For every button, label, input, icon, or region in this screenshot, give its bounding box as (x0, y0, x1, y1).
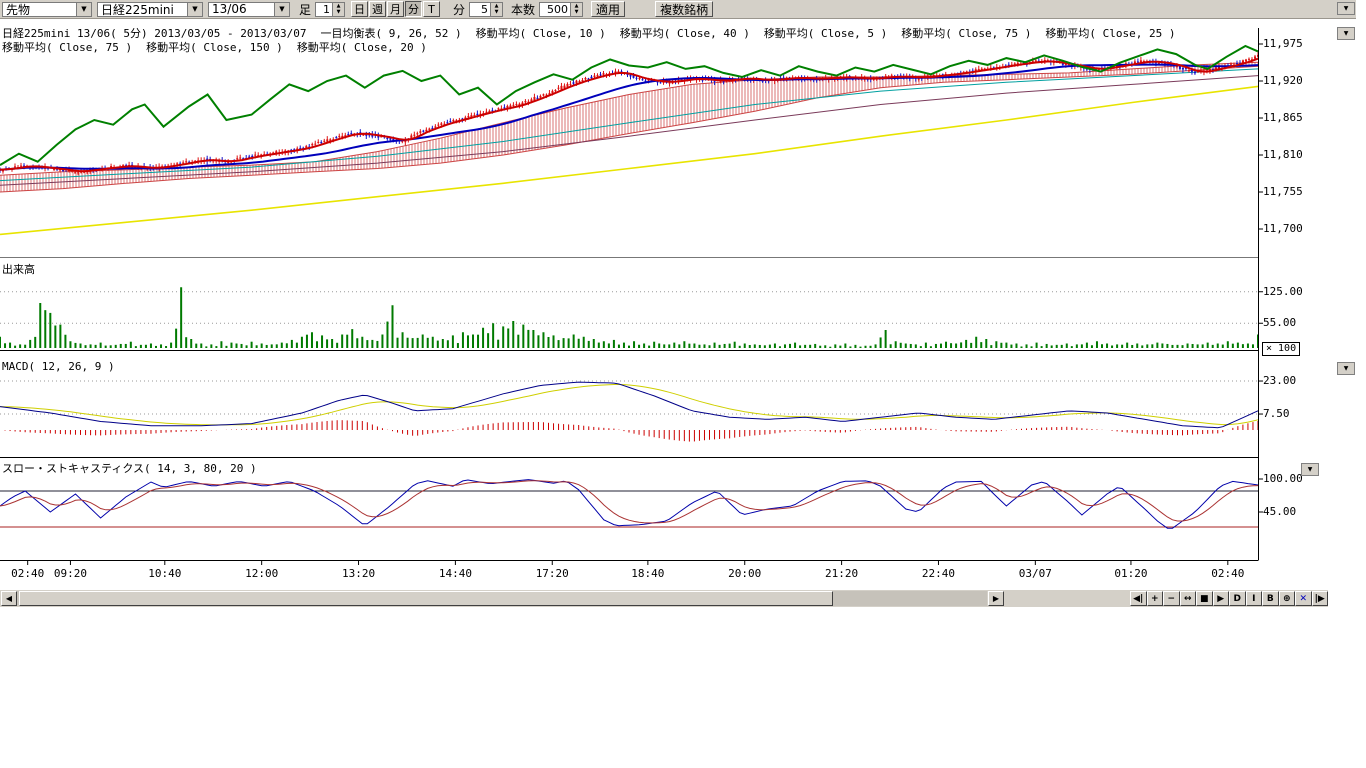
horizontal-scrollbar: ◀ ▶ ◀|+−↔■▶DIB⊕✕|▶ (0, 590, 1328, 607)
close-button[interactable]: ✕ (1295, 591, 1312, 606)
pane-menu-arrow-stoch-icon[interactable]: ▼ (1301, 463, 1319, 476)
bar-multiplier-input[interactable]: 1 ▲▼ (315, 2, 345, 17)
bar-label: 足 (299, 1, 311, 18)
stochastics-pane-label: スロー・ストキャスティクス( 14, 3, 80, 20 ) (2, 460, 257, 476)
macd-pane-label: MACD( 12, 26, 9 ) (2, 360, 115, 373)
minute-value: 5 (481, 3, 490, 16)
bar-multiplier-value: 1 (323, 3, 332, 16)
minute-input[interactable]: 5 ▲▼ (469, 2, 503, 17)
legend-item: 移動平均( Close, 5 ) (764, 25, 887, 41)
spinner-arrows-icon[interactable]: ▲▼ (570, 3, 582, 16)
spinner-arrows-icon[interactable]: ▲▼ (332, 3, 344, 16)
play-button[interactable]: ▶ (1213, 591, 1230, 606)
chart-canvas[interactable] (0, 0, 1366, 768)
spinner-arrows-icon[interactable]: ▲▼ (490, 3, 502, 16)
b-button[interactable]: B (1262, 591, 1279, 606)
bars-count-label: 本数 (511, 1, 535, 18)
scroll-right-button[interactable]: ▶ (988, 591, 1004, 606)
legend-item: 移動平均( Close, 25 ) (1045, 25, 1175, 41)
period-button-week[interactable]: 週 (369, 1, 386, 17)
volume-scale-label: × 100 (1262, 342, 1300, 356)
zoom-out-button[interactable]: − (1163, 591, 1180, 606)
pane-menu-arrow-top-icon[interactable]: ▼ (1337, 2, 1355, 15)
legend-row-2: 移動平均( Close, 75 ) 移動平均( Close, 150 ) 移動平均(… (2, 39, 427, 55)
i-button[interactable]: I (1246, 591, 1263, 606)
scrollbar-button-cluster: ◀|+−↔■▶DIB⊕✕|▶ (1130, 591, 1328, 606)
minute-label: 分 (453, 1, 465, 18)
legend-item: 移動平均( Close, 10 ) (476, 25, 606, 41)
contract-month-dropdown[interactable]: 13/06 ▼ (208, 2, 290, 17)
jump-start-button[interactable]: ◀| (1130, 591, 1147, 606)
toolbar: 先物 ▼ 日経225mini ▼ 13/06 ▼ 足 1 ▲▼ 日週月分T 分 … (0, 0, 1356, 19)
dropdown-arrow-icon[interactable]: ▼ (76, 3, 91, 16)
period-button-group: 日週月分T (351, 1, 441, 17)
legend-item: 移動平均( Close, 75 ) (901, 25, 1031, 41)
symbol-value: 日経225mini (101, 1, 174, 18)
legend-item: 移動平均( Close, 40 ) (620, 25, 750, 41)
legend-item: 移動平均( Close, 75 ) (2, 39, 132, 55)
bars-count-input[interactable]: 500 ▲▼ (539, 2, 583, 17)
fit-width-button[interactable]: ↔ (1180, 591, 1197, 606)
symbol-dropdown[interactable]: 日経225mini ▼ (97, 2, 203, 17)
contract-month-value: 13/06 (212, 2, 247, 16)
period-button-tick[interactable]: T (423, 1, 440, 17)
apply-button[interactable]: 適用 (591, 1, 625, 17)
volume-pane-label: 出来高 (2, 261, 35, 277)
scrollbar-thumb[interactable] (19, 591, 833, 606)
dropdown-arrow-icon[interactable]: ▼ (187, 3, 202, 16)
period-button-month[interactable]: 月 (387, 1, 404, 17)
instrument-type-dropdown[interactable]: 先物 ▼ (2, 2, 92, 17)
multi-symbol-button[interactable]: 複数銘柄 (655, 1, 713, 17)
jump-end-button[interactable]: |▶ (1312, 591, 1329, 606)
stop-button[interactable]: ■ (1196, 591, 1213, 606)
chart-application-window: 11,97511,92011,86511,81011,75511,700125.… (0, 0, 1366, 768)
bars-count-value: 500 (547, 3, 570, 16)
dropdown-arrow-icon[interactable]: ▼ (274, 3, 289, 16)
period-button-minute[interactable]: 分 (405, 1, 422, 17)
magnify-button[interactable]: ⊕ (1279, 591, 1296, 606)
pane-menu-arrow-macd-icon[interactable]: ▼ (1337, 362, 1355, 375)
legend-item: 移動平均( Close, 20 ) (297, 39, 427, 55)
legend-item: 移動平均( Close, 150 ) (146, 39, 283, 55)
instrument-type-value: 先物 (6, 1, 30, 18)
pane-menu-arrow-price-icon[interactable]: ▼ (1337, 27, 1355, 40)
period-button-day[interactable]: 日 (351, 1, 368, 17)
d-button[interactable]: D (1229, 591, 1246, 606)
zoom-in-button[interactable]: + (1147, 591, 1164, 606)
scroll-left-button[interactable]: ◀ (1, 591, 17, 606)
